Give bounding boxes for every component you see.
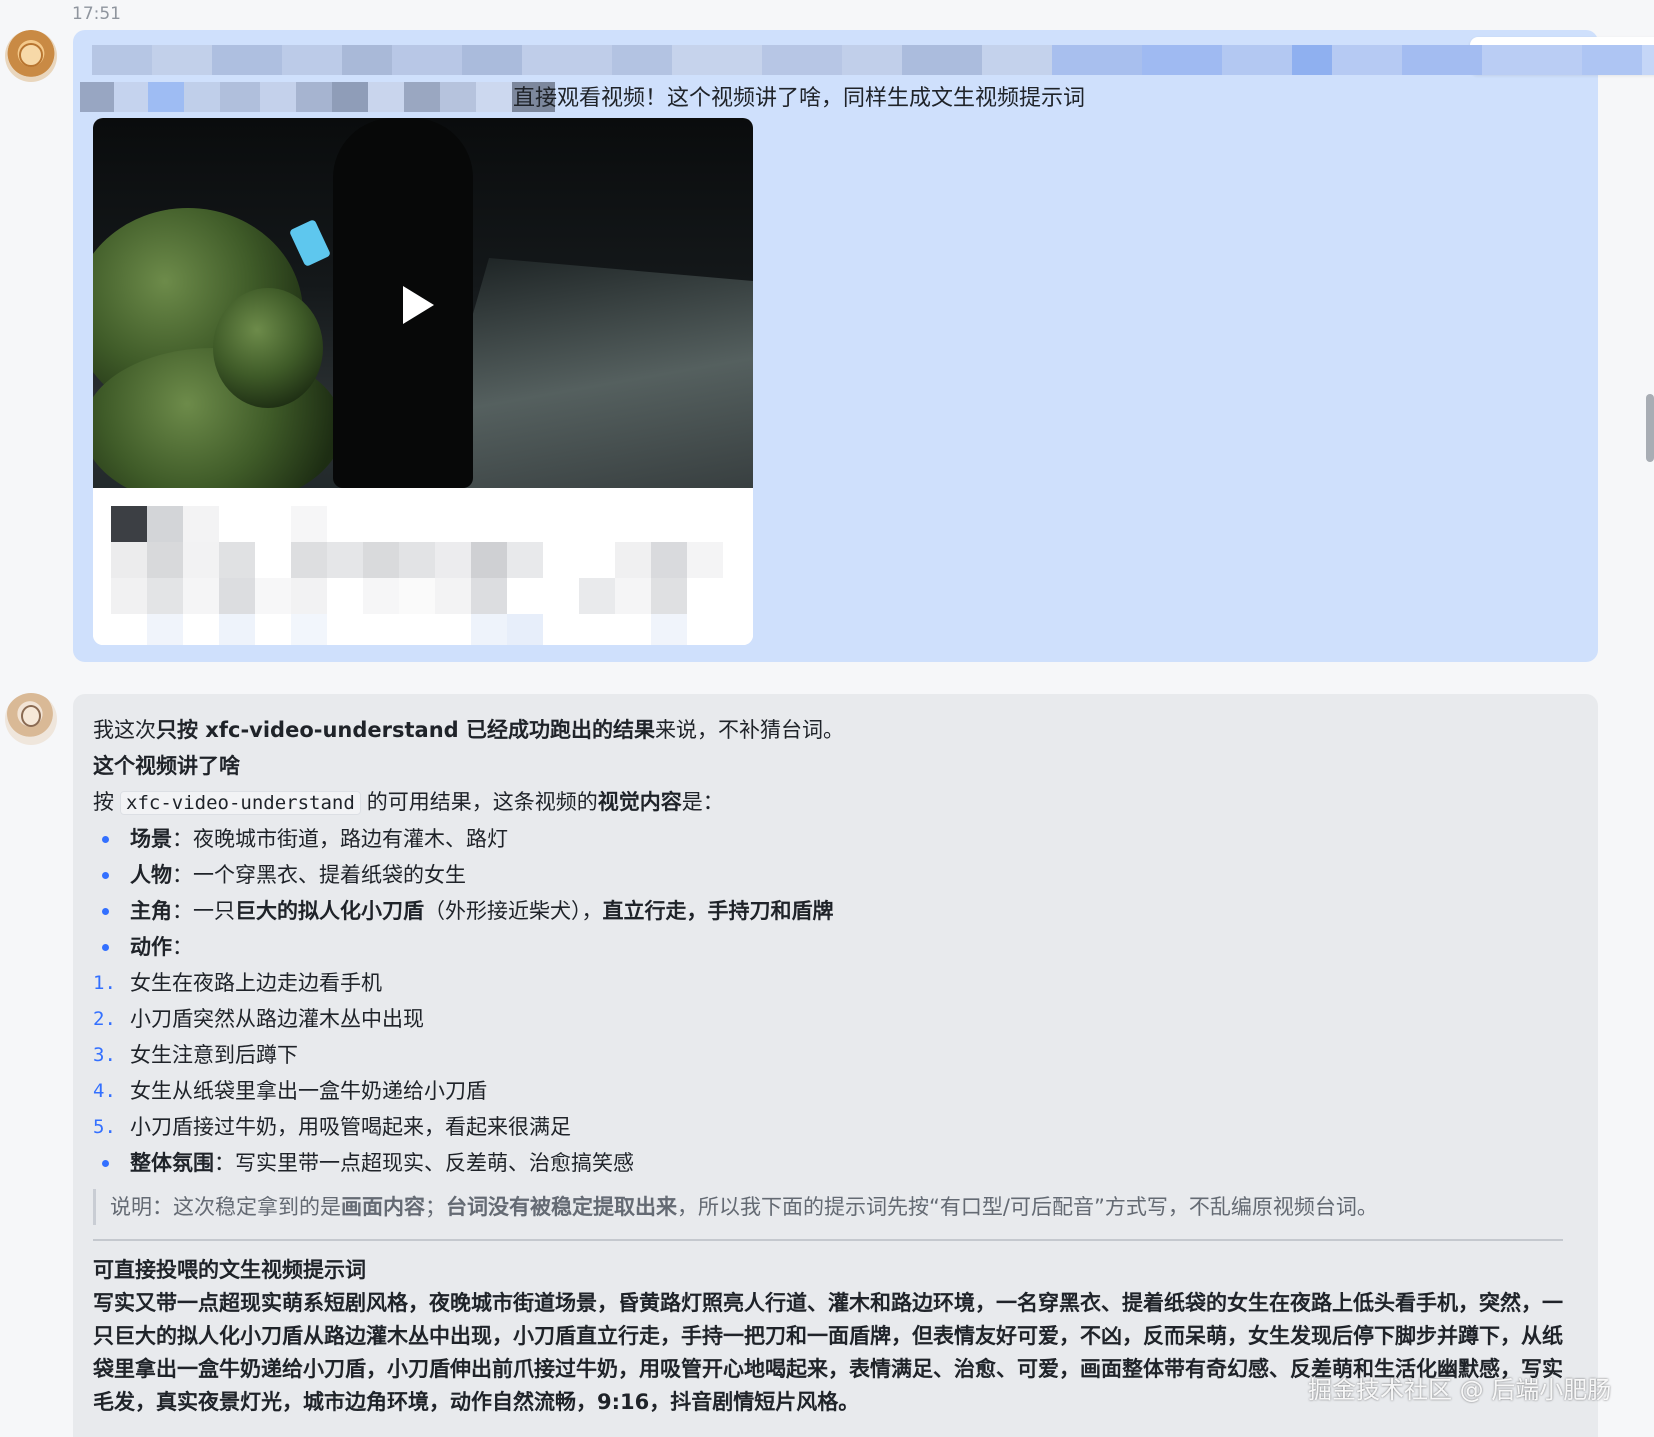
- numbered-item: 3. 女生注意到后蹲下: [93, 1043, 298, 1067]
- list-item: 场景：夜晚城市街道，路边有灌木、路灯: [93, 821, 1563, 857]
- intro-line: 我这次只按 xfc-video-understand 已经成功跑出的结果来说，不…: [93, 718, 844, 742]
- play-icon[interactable]: [403, 286, 434, 324]
- bullet-icon: [102, 871, 109, 879]
- bullet-icon: [102, 907, 109, 915]
- source-line: 按 xfc-video-understand 的可用结果，这条视频的视觉内容是：: [93, 790, 724, 815]
- bullet-icon: [102, 943, 109, 951]
- numbered-item: 2. 小刀盾突然从路边灌木丛中出现: [93, 1007, 424, 1031]
- video-thumbnail[interactable]: [93, 118, 753, 488]
- scrollbar-thumb[interactable]: [1646, 394, 1654, 462]
- bot-message-bubble: 我这次只按 xfc-video-understand 已经成功跑出的结果来说，不…: [73, 694, 1598, 1437]
- list-item: 人物：一个穿黑衣、提着纸袋的女生: [93, 857, 1563, 893]
- redacted-text-line: [80, 82, 555, 112]
- numbered-item: 4. 女生从纸袋里拿出一盒牛奶递给小刀盾: [93, 1079, 487, 1103]
- video-attachment[interactable]: [93, 118, 753, 645]
- video-info-redacted: [93, 488, 753, 645]
- divider: [93, 1239, 1563, 1241]
- list-item: 整体氛围：写实里带一点超现实、反差萌、治愈搞笑感: [93, 1145, 1563, 1181]
- numbered-item: 1. 女生在夜路上边走边看手机: [93, 971, 382, 995]
- bullet-icon: [102, 1159, 109, 1167]
- section-title: 这个视频讲了啥: [93, 754, 240, 778]
- bot-message-content: 我这次只按 xfc-video-understand 已经成功跑出的结果来说，不…: [93, 712, 1563, 1437]
- bot-avatar[interactable]: [5, 693, 57, 745]
- numbered-item: 5. 小刀盾接过牛奶，用吸管喝起来，看起来很满足: [93, 1115, 571, 1139]
- watermark: 掘金技术社区 @ 后端小肥肠: [1308, 1376, 1612, 1404]
- redacted-text-line: [92, 45, 1654, 75]
- list-item: 主角：一只 巨大的拟人化小刀盾 （外形接近柴犬）， 直立行走，手持刀和盾牌: [93, 893, 1563, 929]
- list-item: 动作：: [93, 929, 1563, 965]
- user-avatar[interactable]: [5, 30, 57, 82]
- note-quote: 说明：这次稳定拿到的是画面内容；台词没有被稳定提取出来，所以我下面的提示词先按“…: [93, 1189, 1563, 1225]
- user-message-text: 直接观看视频！这个视频讲了啥，同样生成文生视频提示词: [513, 86, 1086, 111]
- bullet-icon: [102, 835, 109, 843]
- message-timestamp: 17:51: [72, 4, 121, 24]
- prompt-title: 可直接投喂的文生视频提示词: [93, 1258, 366, 1282]
- inline-code: xfc-video-understand: [120, 791, 361, 815]
